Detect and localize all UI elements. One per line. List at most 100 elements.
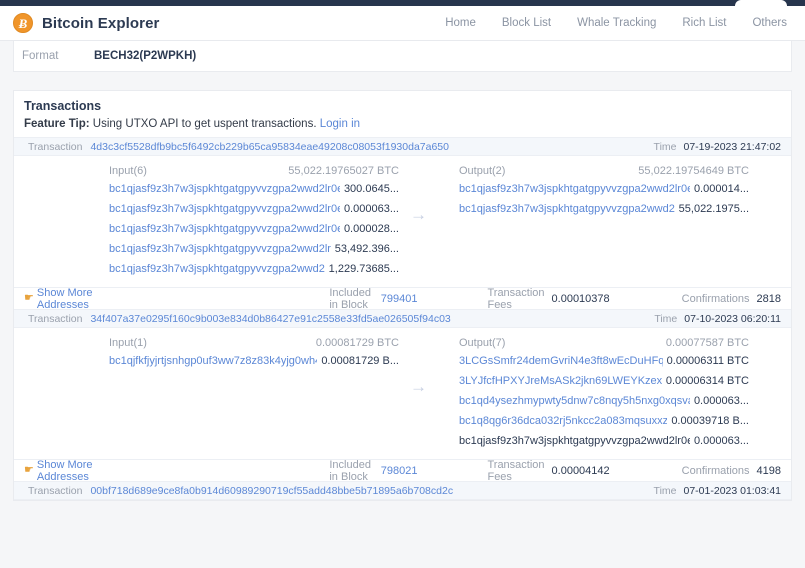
time-value: 07-01-2023 01:03:41 (683, 484, 782, 497)
site-header: Ƀ Bitcoin Explorer Home Block List Whale… (0, 6, 805, 41)
show-more-addresses-label: Show More Addresses (36, 458, 93, 483)
input-address-link[interactable]: bc1qjasf9z3h7w3jspkhtgatgpyvvzgpa2wwd2lr… (109, 223, 340, 235)
transaction-hash-link[interactable]: 4d3c3cf5528dfb9bc5f6492cb229b65ca95834ea… (90, 141, 449, 153)
brand[interactable]: Ƀ Bitcoin Explorer (0, 13, 159, 33)
nav-item-others[interactable]: Others (739, 17, 797, 29)
transaction-fees-value: 0.00010378 (551, 292, 610, 305)
login-in-link[interactable]: Login in (320, 118, 360, 130)
feature-tip-text: Using UTXO API to get uspent transaction… (89, 118, 320, 130)
confirmations-value: 4198 (756, 464, 781, 477)
output-amount: 0.000014... (693, 183, 749, 195)
transaction-fees-label: Transaction Fees (487, 286, 545, 311)
output-row: bc1q8qg6r36dca032rj5nkcc2a083mqsuxxzfr..… (459, 415, 749, 435)
transaction-body: Input(6) 55,022.19765027 BTC bc1qjasf9z3… (14, 156, 791, 287)
output-amount: 0.00039718 B... (671, 415, 749, 427)
output-amount: 0.00006311 BTC (666, 355, 749, 367)
confirmations-value: 2818 (756, 292, 781, 305)
nav-item-rich-list[interactable]: Rich List (669, 17, 739, 29)
output-address-link[interactable]: 3LYJfcfHPXYJreMsASk2jkn69LWEYKzexb (459, 375, 662, 387)
transaction-label: Transaction (28, 484, 83, 497)
transaction-time: Time 07-01-2023 01:03:41 (654, 485, 781, 497)
input-address-link[interactable]: bc1qjasf9z3h7w3jspkhtgatgpyvvzgpa2wwd2lr… (109, 183, 340, 195)
inputs-column: Input(1) 0.00081729 BTC bc1qjfkfjyjrtjsn… (109, 337, 399, 375)
transaction-label: Transaction (28, 140, 83, 153)
transaction-fees-label: Transaction Fees (487, 458, 545, 483)
outputs-column: Output(2) 55,022.19754649 BTC bc1qjasf9z… (459, 165, 749, 223)
input-row: bc1qjasf9z3h7w3jspkhtgatgpyvvzgpa2wwd2lr… (109, 223, 399, 243)
block-height-link[interactable]: 799401 (381, 293, 418, 305)
output-address-link[interactable]: bc1qd4ysezhmypwty5dnw7c8nqy5h5nxg0xqsvae… (459, 395, 690, 407)
confirmations: Confirmations 2818 (682, 293, 781, 305)
outputs-count-label: Output(2) (459, 165, 506, 177)
nav-item-home[interactable]: Home (432, 17, 489, 29)
input-address-link[interactable]: bc1qjasf9z3h7w3jspkhtgatgpyvvzgpa2wwd2lr… (109, 243, 331, 255)
pointing-hand-icon: ☛ (24, 292, 34, 304)
inputs-count-label: Input(1) (109, 337, 147, 349)
time-value: 07-19-2023 21:47:02 (683, 140, 782, 153)
outputs-summary: Output(7) 0.00077587 BTC (459, 337, 749, 355)
output-amount: 55,022.1975... (678, 203, 749, 215)
output-row: bc1qjasf9z3h7w3jspkhtgatgpyvvzgpa2wwd2lr… (459, 435, 749, 455)
included-in-block-label: Included in Block (329, 286, 371, 311)
included-in-block-label: Included in Block (329, 458, 371, 483)
time-label: Time (653, 484, 677, 497)
input-row: bc1qjasf9z3h7w3jspkhtgatgpyvvzgpa2wwd2lr… (109, 243, 399, 263)
show-more-addresses-button[interactable]: ☛ Show More Addresses (24, 459, 109, 483)
output-address-link[interactable]: 3LCGsSmfr24demGvriN4e3ft8wEcDuHFqh (459, 355, 663, 367)
output-amount: 0.00006314 BTC (665, 375, 749, 387)
format-label: Format (22, 50, 59, 62)
output-row: bc1qjasf9z3h7w3jspkhtgatgpyvvzgpa2wwd2lr… (459, 183, 749, 203)
inputs-total-amount: 0.00081729 BTC (315, 337, 399, 349)
outputs-total-amount: 0.00077587 BTC (665, 337, 749, 349)
input-address-link[interactable]: bc1qjfkfjyjrtjsnhgp0uf3ww7z8z83k4yjg0wh4… (109, 355, 317, 367)
transaction-header: Transaction 34f407a37e0295f160c9b003e834… (14, 309, 791, 328)
feature-tip-label: Feature Tip: (24, 118, 90, 130)
outputs-column: Output(7) 0.00077587 BTC 3LCGsSmfr24demG… (459, 337, 749, 455)
output-address-link[interactable]: bc1qjasf9z3h7w3jspkhtgatgpyvvzgpa2wwd2lr… (459, 203, 675, 215)
output-address-link[interactable]: bc1qjasf9z3h7w3jspkhtgatgpyvvzgpa2wwd2lr… (459, 183, 690, 195)
transfer-arrow-icon: → (410, 205, 427, 224)
input-address-link[interactable]: bc1qjasf9z3h7w3jspkhtgatgpyvvzgpa2wwd2lr… (109, 263, 325, 275)
time-label: Time (654, 312, 678, 325)
transaction-time: Time 07-19-2023 21:47:02 (654, 141, 781, 153)
nav-item-whale-tracking[interactable]: Whale Tracking (564, 17, 669, 29)
input-amount: 300.0645... (343, 183, 399, 195)
transfer-arrow-icon: → (410, 377, 427, 396)
outputs-count-label: Output(7) (459, 337, 506, 349)
detail-row-format: Format BECH32(P2WPKH) (14, 41, 791, 71)
input-row: bc1qjfkfjyjrtjsnhgp0uf3ww7z8z83k4yjg0wh4… (109, 355, 399, 375)
transaction-fees: Transaction Fees 0.00010378 (487, 287, 609, 311)
block-height-link[interactable]: 798021 (381, 465, 418, 477)
bitcoin-logo-icon: Ƀ (13, 13, 33, 33)
transaction-footer: ☛ Show More Addresses Included in Block … (14, 458, 791, 483)
show-more-addresses-button[interactable]: ☛ Show More Addresses (24, 287, 109, 311)
transactions-panel: Transactions Feature Tip: Using UTXO API… (13, 90, 792, 501)
input-row: bc1qjasf9z3h7w3jspkhtgatgpyvvzgpa2wwd2lr… (109, 183, 399, 203)
transaction-header: Transaction 00bf718d689e9ce8fa0b914d6098… (14, 481, 791, 500)
output-address-link[interactable]: bc1q8qg6r36dca032rj5nkcc2a083mqsuxxzfr..… (459, 415, 667, 427)
outputs-total-amount: 55,022.19754649 BTC (638, 165, 749, 177)
transaction-hash-link[interactable]: 00bf718d689e9ce8fa0b914d60989290719cf55a… (90, 485, 453, 497)
transaction-header: Transaction 4d3c3cf5528dfb9bc5f6492cb229… (14, 137, 791, 156)
transaction-item: Transaction 00bf718d689e9ce8fa0b914d6098… (14, 481, 791, 500)
output-amount: 0.000063... (693, 395, 749, 407)
nav-item-block-list[interactable]: Block List (489, 17, 564, 29)
show-more-addresses-label: Show More Addresses (36, 286, 93, 311)
inputs-summary: Input(1) 0.00081729 BTC (109, 337, 399, 355)
input-row: bc1qjasf9z3h7w3jspkhtgatgpyvvzgpa2wwd2lr… (109, 263, 399, 283)
transaction-label: Transaction (28, 312, 83, 325)
inputs-total-amount: 55,022.19765027 BTC (288, 165, 399, 177)
input-amount: 0.000028... (343, 223, 399, 235)
transaction-footer: ☛ Show More Addresses Included in Block … (14, 286, 791, 311)
input-amount: 1,229.73685... (328, 263, 399, 275)
input-address-link[interactable]: bc1qjasf9z3h7w3jspkhtgatgpyvvzgpa2wwd2lr… (109, 203, 340, 215)
confirmations-label: Confirmations (681, 292, 750, 305)
inputs-count-label: Input(6) (109, 165, 147, 177)
confirmations: Confirmations 4198 (682, 465, 781, 477)
output-address-link[interactable]: bc1qjasf9z3h7w3jspkhtgatgpyvvzgpa2wwd2lr… (459, 435, 690, 447)
inputs-column: Input(6) 55,022.19765027 BTC bc1qjasf9z3… (109, 165, 399, 283)
address-detail-card: Format BECH32(P2WPKH) (13, 41, 792, 72)
transaction-time: Time 07-10-2023 06:20:11 (654, 313, 781, 325)
transaction-hash-link[interactable]: 34f407a37e0295f160c9b003e834d0b86427e91c… (90, 313, 450, 325)
time-value: 07-10-2023 06:20:11 (684, 312, 781, 325)
